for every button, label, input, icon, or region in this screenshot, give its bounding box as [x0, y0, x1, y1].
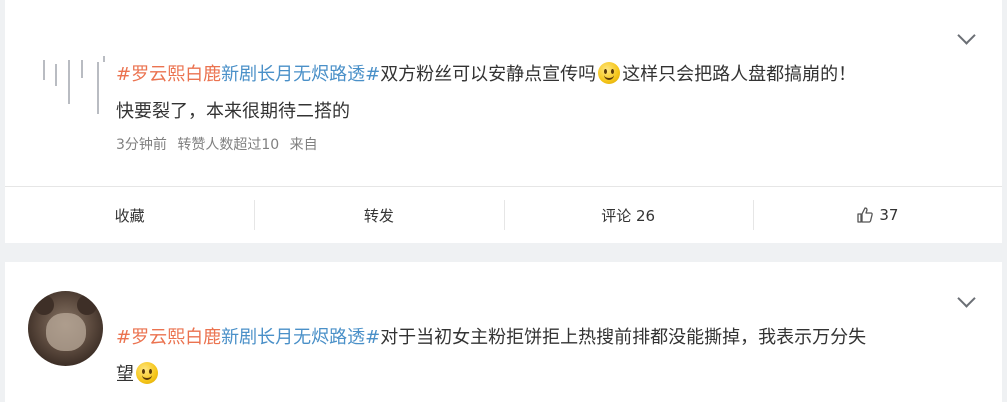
like-button[interactable]: 37 — [752, 187, 1002, 243]
thumbs-up-icon — [857, 207, 874, 223]
repost-info: 转赞人数超过10 — [177, 137, 280, 153]
post-text: #罗云熙白鹿新剧长月无烬路透#双方粉丝可以安静点宣传吗 这样只会把路人盘都搞崩的！… — [116, 62, 857, 122]
topic-link-rest[interactable]: 新剧长月无烬路透# — [221, 64, 380, 85]
chevron-down-icon[interactable] — [957, 26, 976, 45]
like-count: 37 — [879, 206, 899, 224]
comment-button[interactable]: 评论 26 — [503, 187, 753, 243]
chevron-down-icon[interactable] — [957, 289, 976, 308]
topic-link[interactable]: #罗云熙白鹿 — [116, 327, 221, 348]
avatar[interactable] — [35, 24, 111, 114]
weibo-post-card: #罗云熙白鹿新剧长月无烬路透#双方粉丝可以安静点宣传吗 这样只会把路人盘都搞崩的！… — [5, 0, 1002, 243]
action-bar: 收藏 转发 评论 26 37 — [5, 187, 1002, 243]
smile-emoji-icon — [136, 362, 158, 384]
topic-link-rest[interactable]: 新剧长月无烬路透# — [221, 327, 380, 348]
post-time[interactable]: 3分钟前 — [116, 137, 167, 153]
smile-emoji-icon — [598, 62, 621, 84]
post-text: #罗云熙白鹿新剧长月无烬路透#对于当初女主粉拒饼拒上热搜前排都没能撕掉，我表示万… — [116, 327, 867, 385]
weibo-post-card: #罗云熙白鹿新剧长月无烬路透#对于当初女主粉拒饼拒上热搜前排都没能撕掉，我表示万… — [5, 262, 1002, 402]
post-meta: 3分钟前 转赞人数超过10 来自 — [116, 134, 324, 154]
favorite-button[interactable]: 收藏 — [5, 187, 254, 243]
post-source: 来自 — [289, 137, 318, 153]
avatar[interactable] — [28, 291, 103, 366]
repost-button[interactable]: 转发 — [254, 187, 503, 243]
topic-link[interactable]: #罗云熙白鹿 — [116, 64, 221, 85]
